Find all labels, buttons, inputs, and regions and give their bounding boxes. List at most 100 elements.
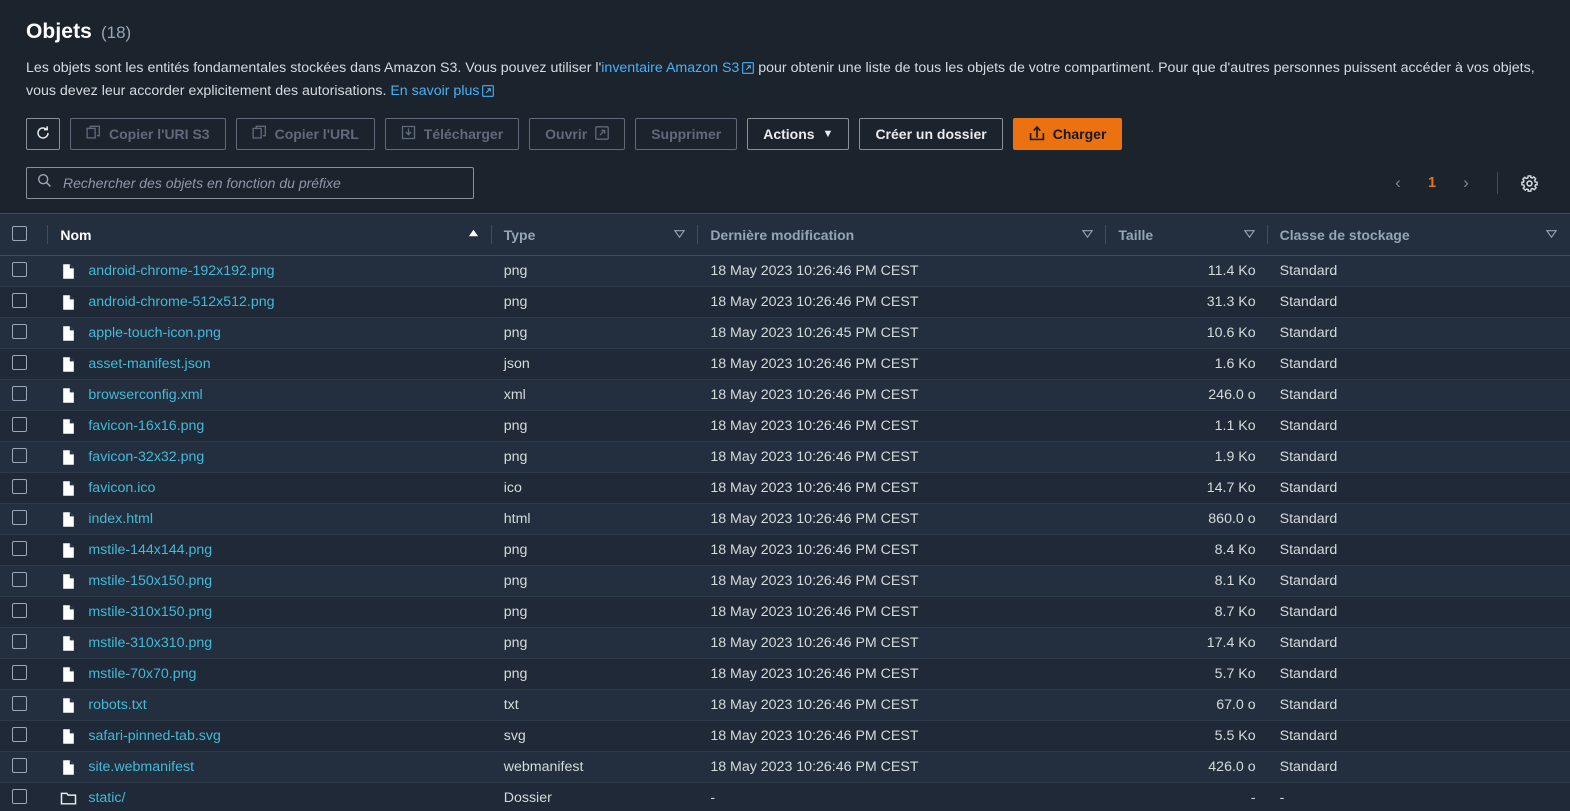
object-name-link[interactable]: safari-pinned-tab.svg [88,728,221,744]
page-number-1[interactable]: 1 [1419,175,1445,191]
object-name-cell: mstile-144x144.png [48,534,492,566]
object-storage-class-cell: Standard [1267,720,1570,752]
row-checkbox[interactable] [12,385,27,401]
row-checkbox[interactable] [12,695,27,711]
copy-s3-uri-button[interactable]: Copier l'URI S3 [70,118,226,150]
object-name-link[interactable]: android-chrome-192x192.png [88,263,274,279]
object-name-link[interactable]: mstile-310x310.png [88,635,212,651]
row-select-cell [0,379,49,411]
object-modified-cell: 18 May 2023 10:26:46 PM CEST [698,720,1107,752]
row-checkbox[interactable] [12,261,27,277]
next-page-button[interactable]: › [1451,168,1481,198]
row-select-cell [0,534,49,566]
object-name-link[interactable]: favicon.ico [88,480,155,496]
file-icon [60,604,77,621]
table-row[interactable]: android-chrome-192x192.png png 18 May 2023… [0,255,1570,287]
object-name-link[interactable]: index.html [88,511,153,527]
object-storage-class-cell: Standard [1267,596,1570,628]
table-row[interactable]: android-chrome-512x512.png png 18 May 2023… [0,286,1570,318]
row-checkbox[interactable] [12,757,27,773]
refresh-button[interactable] [26,118,60,150]
external-link-icon [742,60,755,81]
row-checkbox[interactable] [12,354,27,370]
search-container[interactable] [26,167,474,199]
table-row[interactable]: robots.txt txt 18 May 2023 10:26:46 PM CES… [0,689,1570,721]
column-header-storage-class[interactable]: Classe de stockage [1267,213,1570,256]
learn-more-link[interactable]: En savoir plus [390,83,479,99]
table-header-row: Nom Type Dernière modification Taille Cl… [0,213,1570,256]
object-name-link[interactable]: mstile-70x70.png [88,666,196,682]
object-name-link[interactable]: static/ [88,790,125,806]
actions-button[interactable]: Actions ▼ [747,118,850,150]
table-row[interactable]: mstile-310x310.png png 18 May 2023 10:26:4… [0,627,1570,659]
table-row[interactable]: asset-manifest.json json 18 May 2023 10:26… [0,348,1570,380]
delete-button[interactable]: Supprimer [635,118,738,150]
object-size-cell: 8.4 Ko [1106,534,1268,566]
column-header-type[interactable]: Type [491,213,699,256]
table-row[interactable]: static/Dossier - - - [0,782,1570,811]
object-name-link[interactable]: robots.txt [88,697,146,713]
row-checkbox[interactable] [12,478,27,494]
row-select-cell [0,472,49,504]
object-name-link[interactable]: mstile-144x144.png [88,542,212,558]
download-icon [401,125,416,143]
table-row[interactable]: mstile-144x144.png png 18 May 2023 10:26:4… [0,534,1570,566]
open-button[interactable]: Ouvrir [529,118,626,150]
previous-page-button[interactable]: ‹ [1383,168,1413,198]
object-name-link[interactable]: site.webmanifest [88,759,194,775]
column-header-name[interactable]: Nom [48,213,492,256]
object-size-cell: 8.7 Ko [1106,596,1268,628]
column-header-last-modified[interactable]: Dernière modification [698,213,1107,256]
column-header-size[interactable]: Taille [1106,213,1268,256]
object-storage-class-cell: Standard [1267,255,1570,287]
download-button[interactable]: Télécharger [384,118,520,150]
object-name-link[interactable]: browserconfig.xml [88,387,202,403]
table-row[interactable]: index.html html 18 May 2023 10:26:46 PM CE… [0,503,1570,535]
download-label: Télécharger [423,126,504,142]
table-row[interactable]: favicon-16x16.png png 18 May 2023 10:26:46… [0,410,1570,442]
object-name-link[interactable]: apple-touch-icon.png [88,325,221,341]
row-checkbox[interactable] [12,788,27,804]
inventory-link[interactable]: inventaire Amazon S3 [601,60,739,76]
object-name-link[interactable]: mstile-150x150.png [88,573,212,589]
row-checkbox[interactable] [12,602,27,618]
row-checkbox[interactable] [12,726,27,742]
select-all-checkbox[interactable] [12,225,27,241]
object-name-link[interactable]: favicon-32x32.png [88,449,204,465]
upload-button[interactable]: Charger [1012,118,1123,150]
table-row[interactable]: favicon-32x32.png png 18 May 2023 10:26:46… [0,441,1570,473]
copy-url-label: Copier l'URL [274,126,359,142]
object-modified-cell: - [698,782,1107,811]
object-storage-class-cell: Standard [1267,472,1570,504]
table-row[interactable]: apple-touch-icon.png png 18 May 2023 10:26… [0,317,1570,349]
table-row[interactable]: browserconfig.xml xml 18 May 2023 10:26:46… [0,379,1570,411]
settings-gear-button[interactable] [1514,168,1544,198]
object-type-cell: png [491,565,699,597]
row-checkbox[interactable] [12,323,27,339]
row-checkbox[interactable] [12,447,27,463]
object-name-link[interactable]: asset-manifest.json [88,356,210,372]
table-row[interactable]: mstile-310x150.png png 18 May 2023 10:26:4… [0,596,1570,628]
copy-url-button[interactable]: Copier l'URL [235,118,375,150]
object-name-link[interactable]: favicon-16x16.png [88,418,204,434]
row-checkbox[interactable] [12,509,27,525]
object-name-link[interactable]: android-chrome-512x512.png [88,294,274,310]
create-folder-button[interactable]: Créer un dossier [859,118,1003,150]
table-row[interactable]: site.webmanifest webmanifest 18 May 2023 1… [0,751,1570,783]
object-name-link[interactable]: mstile-310x150.png [88,604,212,620]
row-checkbox[interactable] [12,633,27,649]
object-name-cell: favicon-16x16.png [48,410,492,442]
row-checkbox[interactable] [12,416,27,432]
row-checkbox[interactable] [12,571,27,587]
row-checkbox[interactable] [12,292,27,308]
table-row[interactable]: mstile-150x150.png png 18 May 2023 10:26:4… [0,565,1570,597]
description-text-1: Les objets sont les entités fondamentale… [26,60,602,76]
row-checkbox[interactable] [12,540,27,556]
row-checkbox[interactable] [12,664,27,680]
table-row[interactable]: mstile-70x70.png png 18 May 2023 10:26:46 … [0,658,1570,690]
table-row[interactable]: favicon.ico ico 18 May 2023 10:26:46 PM CE… [0,472,1570,504]
table-row[interactable]: safari-pinned-tab.svg svg 18 May 2023 10:2… [0,720,1570,752]
search-icon [37,173,52,193]
search-input[interactable] [61,174,463,192]
object-type-cell: svg [491,720,699,752]
